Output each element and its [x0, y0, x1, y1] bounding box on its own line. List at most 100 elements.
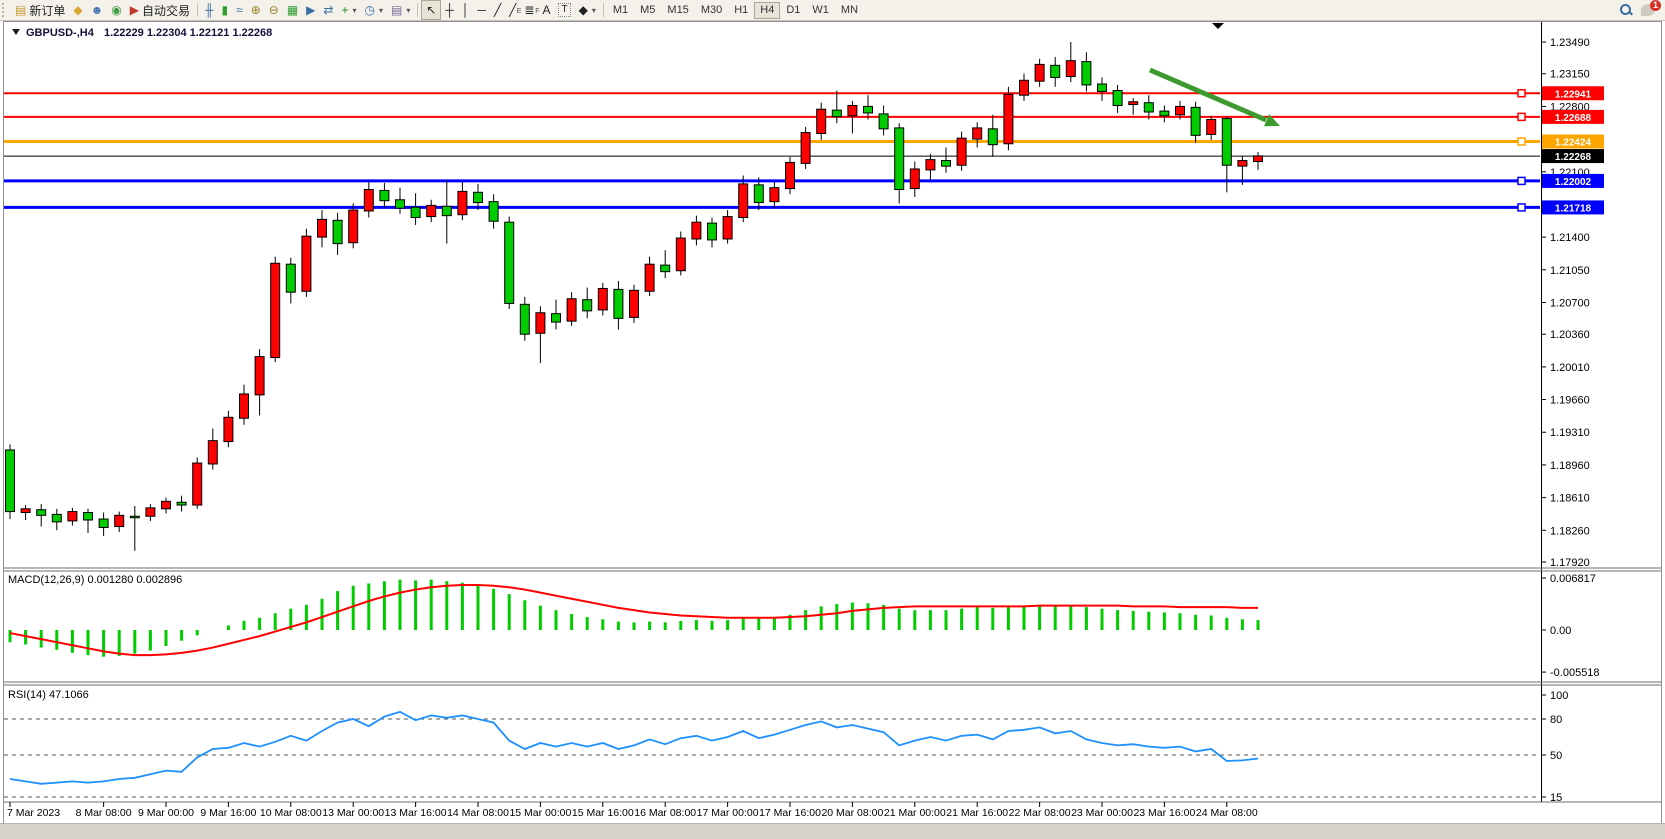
toolbar-grip [2, 3, 9, 17]
candle-body [567, 299, 576, 321]
candle-body [1191, 107, 1200, 135]
candle-body [817, 109, 826, 133]
candle-body [162, 501, 171, 508]
zoom-out-icon[interactable]: ⊖ [265, 1, 283, 19]
date-label: 17 Mar 00:00 [697, 807, 759, 819]
dropdown-arrow-icon[interactable]: ▾ [406, 6, 410, 15]
timeframe-button-m1[interactable]: M1 [607, 2, 634, 19]
price-tick-label: 1.23150 [1550, 69, 1590, 81]
strategy-tester-icon[interactable]: ◉ [107, 1, 125, 19]
timeframe-group: M1M5M15M30H1H4D1W1MN [607, 2, 864, 19]
candle-body [910, 169, 919, 189]
candle-body [52, 514, 61, 521]
candle-body [1035, 64, 1044, 81]
candle-body [99, 519, 108, 527]
terminal-icon[interactable]: ☻ [87, 1, 108, 19]
line-chart-icon[interactable]: ≈ [232, 1, 247, 19]
date-label: 16 Mar 08:00 [634, 807, 696, 819]
horizontal-line-icon[interactable]: ─ [473, 1, 490, 19]
auto-scroll-icon: ▶ [306, 1, 315, 19]
timeframe-button-m15[interactable]: M15 [661, 2, 694, 19]
chart-title: GBPUSD-,H4 [26, 27, 95, 39]
templates-icon[interactable]: ▤▾ [387, 1, 414, 19]
price-badge-label: 1.22941 [1555, 89, 1592, 100]
crosshair-icon[interactable]: ┼ [441, 1, 458, 19]
tile-windows-icon: ▦ [287, 1, 298, 19]
date-label: 24 Mar 08:00 [1196, 807, 1258, 819]
candle-body [832, 110, 841, 117]
fibonacci-icon: ≣F [524, 1, 534, 19]
level-line-handle[interactable] [1518, 204, 1525, 211]
candle-body [37, 510, 46, 516]
periods-icon[interactable]: ◷▾ [360, 1, 387, 19]
autotrading-icon: ▶ [130, 1, 139, 19]
new-order-button[interactable]: ▤ 新订单 [11, 1, 69, 19]
price-badge-label: 1.22688 [1555, 113, 1592, 124]
dropdown-arrow-icon[interactable]: ▾ [379, 6, 383, 15]
chart-shift-icon[interactable]: ⇄ [319, 1, 337, 19]
timeframe-button-h4[interactable]: H4 [754, 2, 780, 19]
chart-shift-icon: ⇄ [323, 1, 333, 19]
timeframe-button-m30[interactable]: M30 [695, 2, 728, 19]
candle-body [520, 304, 529, 334]
equidistant-channel-icon[interactable]: ╱E [505, 1, 520, 19]
timeframe-button-h1[interactable]: H1 [728, 2, 754, 19]
arrows-icon[interactable]: ◆▾ [575, 1, 600, 19]
search-icon[interactable] [1619, 3, 1633, 17]
notifications-icon[interactable]: 1 [1641, 4, 1655, 16]
candle-body [536, 313, 545, 334]
macd-label: MACD(12,26,9) 0.001280 0.002896 [8, 574, 182, 586]
timeframe-button-mn[interactable]: MN [835, 2, 864, 19]
indicators-icon: + [341, 1, 348, 19]
candlestick-chart-icon[interactable]: ▮ [217, 1, 232, 19]
window-bottom-scrollbar[interactable] [0, 823, 1665, 839]
date-label: 17 Mar 16:00 [759, 807, 821, 819]
candle-body [1144, 103, 1153, 112]
tile-windows-icon[interactable]: ▦ [283, 1, 302, 19]
candle-body [84, 513, 93, 520]
dropdown-arrow-icon[interactable]: ▾ [352, 6, 356, 15]
timeframe-button-w1[interactable]: W1 [806, 2, 835, 19]
candle-body [692, 222, 701, 239]
candle-body [583, 300, 592, 311]
candle-body [661, 265, 670, 272]
candle-body [630, 290, 639, 317]
candle-body [458, 191, 467, 214]
candle-body [739, 184, 748, 218]
auto-scroll-icon[interactable]: ▶ [302, 1, 319, 19]
dropdown-arrow-icon[interactable]: ▾ [592, 6, 596, 15]
level-line-handle[interactable] [1518, 177, 1525, 184]
candle-body [1004, 94, 1013, 143]
date-label: 23 Mar 16:00 [1133, 807, 1195, 819]
rsi-tick-label: 15 [1550, 792, 1562, 804]
cursor-icon[interactable]: ↖ [421, 0, 441, 20]
level-line-handle[interactable] [1518, 90, 1525, 97]
macd-tick-label: 0.006817 [1550, 573, 1596, 585]
candle-body [21, 509, 30, 513]
trendline-icon[interactable]: ╱ [490, 1, 505, 19]
text-label-icon[interactable]: T [554, 1, 574, 19]
candle-body [208, 441, 217, 464]
candle-body [942, 161, 951, 167]
metaeditor-icon[interactable]: ◆ [69, 1, 86, 19]
vertical-line-icon[interactable]: │ [458, 1, 474, 19]
level-line-handle[interactable] [1518, 138, 1525, 145]
timeframe-button-m5[interactable]: M5 [634, 2, 661, 19]
toolbar-separator [197, 3, 198, 17]
autotrading-button[interactable]: ▶ 自动交易 [126, 1, 194, 19]
zoom-in-icon[interactable]: ⊕ [247, 1, 265, 19]
vertical-line-icon: │ [462, 1, 470, 19]
text-label-icon: T [558, 3, 570, 17]
text-icon[interactable]: A [538, 1, 554, 19]
candle-body [333, 220, 342, 243]
fibonacci-icon[interactable]: ≣F [520, 1, 538, 19]
equidistant-channel-icon: ╱E [509, 1, 516, 19]
bar-chart-icon[interactable]: ╫ [201, 1, 218, 19]
level-line-handle[interactable] [1518, 113, 1525, 120]
timeframe-button-d1[interactable]: D1 [780, 2, 806, 19]
price-tick-label: 1.18610 [1550, 493, 1590, 505]
price-tick-label: 1.19310 [1550, 427, 1590, 439]
new-order-icon: ▤ [15, 1, 26, 19]
candle-body [1098, 84, 1107, 91]
indicators-icon[interactable]: +▾ [337, 1, 360, 19]
